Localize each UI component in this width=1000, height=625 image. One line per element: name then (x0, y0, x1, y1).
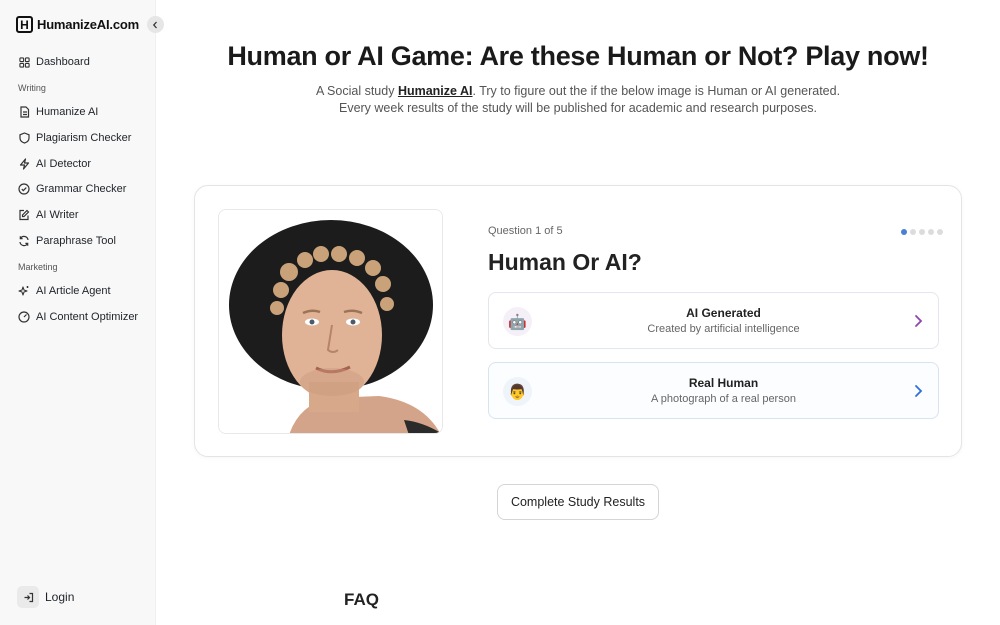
sparkles-icon (18, 285, 30, 297)
person-icon: 👨 (503, 377, 532, 406)
brand-name: HumanizeAI.com (37, 17, 139, 32)
sidebar-section-marketing: Marketing (18, 262, 58, 272)
option-title: Real Human (688, 376, 759, 390)
person-emoji: 👨 (508, 383, 527, 401)
option-text: Real Human A photograph of a real person (549, 376, 898, 405)
quiz-card: Question 1 of 5 Human Or AI? 🤖 AI Genera… (194, 185, 962, 457)
sidebar-item-label: AI Detector (36, 158, 92, 170)
sidebar-item-grammar-checker[interactable]: Grammar Checker (18, 181, 126, 197)
subtitle-text-before: A Social study (315, 84, 398, 98)
progress-dot (910, 229, 916, 235)
sidebar-item-label: AI Article Agent (36, 285, 111, 297)
chevron-right-icon (912, 384, 924, 398)
sidebar-item-label: AI Content Optimizer (36, 311, 139, 323)
sidebar-item-paraphrase-tool[interactable]: Paraphrase Tool (18, 233, 116, 249)
progress-dot (919, 229, 925, 235)
page-subtitle: A Social study Humanize AI. Try to figur… (305, 83, 851, 117)
robot-emoji: 🤖 (508, 313, 527, 331)
login-icon (17, 586, 39, 608)
check-circle-icon (18, 183, 30, 195)
chevron-right-icon (912, 314, 924, 328)
real-human-option[interactable]: 👨 Real Human A photograph of a real pers… (488, 362, 939, 419)
brand[interactable]: H HumanizeAI.com (16, 16, 139, 33)
sidebar-item-ai-writer[interactable]: AI Writer (18, 207, 79, 223)
login-button[interactable]: Login (17, 586, 74, 608)
sidebar-item-ai-detector[interactable]: AI Detector (18, 156, 91, 172)
login-label: Login (45, 590, 75, 604)
sidebar-section-writing: Writing (18, 83, 46, 93)
sidebar-item-ai-article-agent[interactable]: AI Article Agent (18, 283, 111, 299)
ai-generated-option[interactable]: 🤖 AI Generated Created by artificial int… (488, 292, 939, 349)
option-description: Created by artificial intelligence (647, 323, 800, 335)
edit-icon (18, 209, 30, 221)
refresh-icon (18, 235, 30, 247)
gauge-icon (18, 311, 30, 323)
quiz-photo (218, 209, 443, 434)
chevron-left-icon (152, 16, 159, 34)
complete-study-results-button[interactable]: Complete Study Results (497, 484, 659, 520)
sidebar: H HumanizeAI.com Dashboard Writing Human… (0, 0, 156, 625)
question-counter: Question 1 of 5 (488, 225, 563, 237)
sidebar-item-label: AI Writer (36, 209, 79, 221)
sidebar-item-humanize-ai[interactable]: Humanize AI (18, 104, 98, 120)
option-text: AI Generated Created by artificial intel… (549, 306, 898, 335)
sidebar-item-ai-content-optimizer[interactable]: AI Content Optimizer (18, 309, 138, 325)
sidebar-item-plagiarism-checker[interactable]: Plagiarism Checker (18, 130, 131, 146)
progress-dot (901, 229, 907, 235)
sidebar-item-label: Plagiarism Checker (36, 132, 132, 144)
question-progress-dots (901, 229, 943, 235)
option-title: AI Generated (686, 306, 761, 320)
collapse-sidebar-button[interactable] (147, 16, 164, 33)
sidebar-item-label: Paraphrase Tool (36, 235, 116, 247)
sidebar-item-label: Grammar Checker (36, 183, 127, 195)
sidebar-item-dashboard[interactable]: Dashboard (18, 54, 90, 70)
document-icon (18, 106, 30, 118)
progress-dot (928, 229, 934, 235)
faq-heading: FAQ (344, 590, 379, 609)
sidebar-item-label: Dashboard (36, 56, 90, 68)
page-title: Human or AI Game: Are these Human or Not… (227, 41, 929, 71)
grid-icon (18, 56, 30, 68)
sidebar-item-label: Humanize AI (36, 106, 99, 118)
shield-icon (18, 132, 30, 144)
zap-icon (18, 158, 30, 170)
question-title: Human Or AI? (488, 249, 642, 275)
progress-dot (937, 229, 943, 235)
brand-logo-icon: H (16, 16, 33, 33)
humanize-ai-link[interactable]: Humanize AI (398, 84, 473, 98)
option-description: A photograph of a real person (651, 393, 796, 405)
robot-icon: 🤖 (503, 307, 532, 336)
